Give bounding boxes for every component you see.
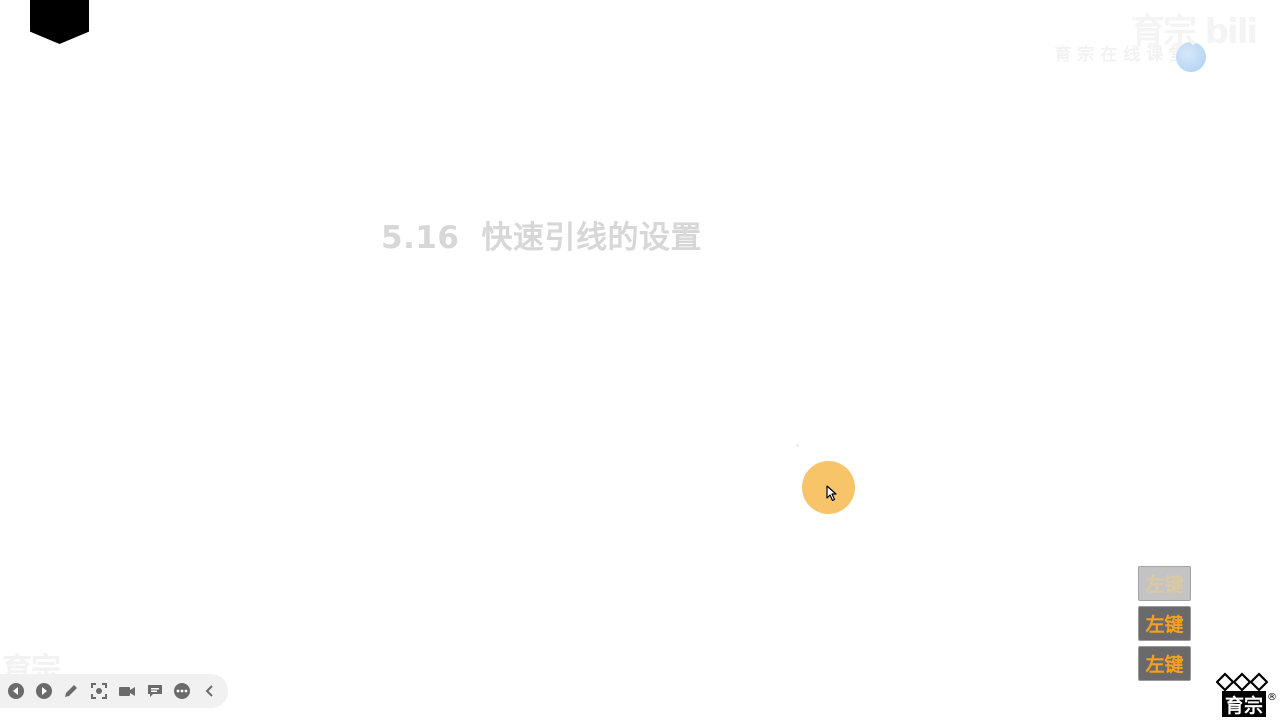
collapse-button[interactable] (200, 681, 220, 701)
next-icon (35, 683, 52, 699)
screenshot-icon (91, 683, 108, 699)
prev-button[interactable] (6, 681, 26, 701)
watermark-brand: 育宗 bili (1130, 12, 1258, 52)
diamond-logo-icon (1216, 672, 1268, 692)
key-badge: 左键 (1138, 606, 1191, 641)
comment-icon (147, 685, 162, 697)
camera-button[interactable] (117, 681, 137, 701)
top-watermark: 育 宗 在 线 课 堂 育宗 bili (1026, 6, 1258, 76)
more-button[interactable] (173, 681, 193, 701)
corner-badge (30, 0, 89, 44)
key-badge: 左键 (1138, 566, 1191, 601)
stray-dot (796, 444, 799, 447)
slide-title-number: 5.16 (381, 220, 460, 256)
screenshot-button[interactable] (89, 681, 109, 701)
pen-icon (65, 685, 78, 697)
camera-icon (118, 687, 135, 696)
slide-title: 5.16 快速引线的设置 (381, 212, 702, 257)
brand-logo: 育宗 ® (1216, 672, 1278, 718)
registered-mark: ® (1267, 692, 1277, 703)
pen-button[interactable] (62, 681, 82, 701)
mouse-cursor-icon (826, 485, 837, 502)
more-icon (174, 683, 191, 699)
key-badge: 左键 (1138, 646, 1191, 681)
logo-text: 育宗 (1222, 691, 1266, 717)
prev-icon (7, 683, 24, 699)
comment-button[interactable] (145, 681, 165, 701)
next-button[interactable] (34, 681, 54, 701)
slide-title-text: 快速引线的设置 (481, 220, 702, 256)
collapse-icon (205, 685, 213, 697)
presentation-toolbar (0, 674, 228, 708)
key-press-indicators: 左键 左键 左键 (1138, 566, 1191, 686)
